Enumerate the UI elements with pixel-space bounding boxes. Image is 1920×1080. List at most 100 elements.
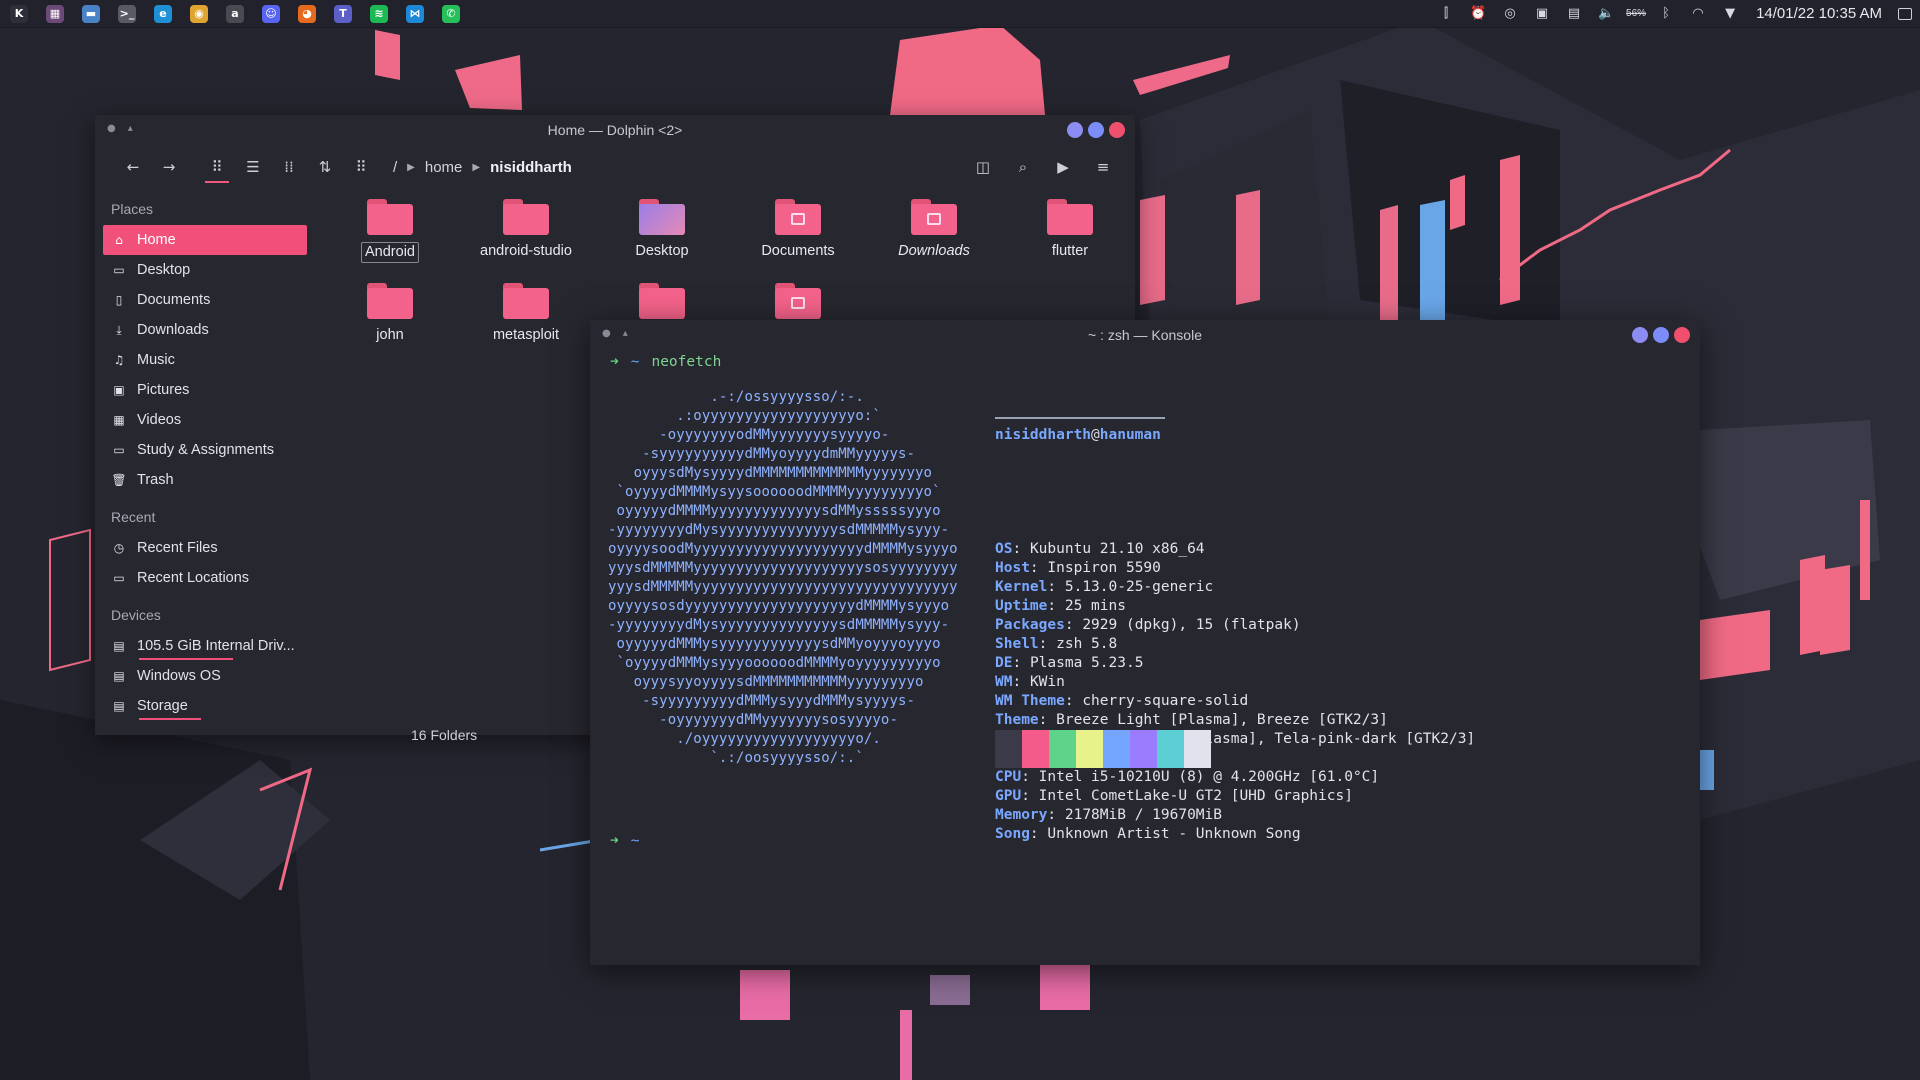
folder-item[interactable]: metasploit <box>461 283 591 345</box>
sidebar-item-home[interactable]: ⌂ Home <box>103 225 307 255</box>
sidebar-item-music[interactable]: ♫ Music <box>103 345 307 375</box>
file-manager-icon[interactable]: ▬ <box>76 2 106 26</box>
whatsapp-icon[interactable]: ✆ <box>436 2 466 26</box>
sidebar-item-videos[interactable]: ▦ Videos <box>103 405 307 435</box>
split-view-icon[interactable]: ◫ <box>965 151 1001 183</box>
sidebar-item-downloads[interactable]: ⤓ Downloads <box>103 315 307 345</box>
terminal-output[interactable]: ➜ ~ neofetch .-:/ossyyyysso/:-. .:oyyyyy… <box>600 350 1700 965</box>
sidebar-item-label: Documents <box>137 292 211 308</box>
clock[interactable]: 14/01/22 10:35 AM <box>1750 5 1888 22</box>
maximize-button[interactable] <box>1088 122 1104 138</box>
vscode-icon-glyph: ⋈ <box>406 4 424 23</box>
steam-icon[interactable]: ◎ <box>1500 4 1520 24</box>
volume-icon[interactable]: 🔈 <box>1596 4 1616 24</box>
spotify-icon[interactable]: ≋ <box>364 2 394 26</box>
hamburger-menu-icon[interactable]: ≡ <box>1085 151 1121 183</box>
window-menu-icon[interactable]: ● <box>602 328 611 339</box>
sidebar-item-desktop[interactable]: ▭ Desktop <box>103 255 307 285</box>
info-colon: : <box>1012 674 1030 690</box>
folder-item[interactable]: john <box>325 283 455 345</box>
info-key: GPU <box>995 788 1022 804</box>
battery-level[interactable]: 56% <box>1626 8 1646 19</box>
minimize-button[interactable] <box>1632 327 1648 343</box>
crumb-home[interactable]: home <box>425 159 463 176</box>
sidebar-item-storage[interactable]: ▤ Storage <box>103 691 307 721</box>
folder-item[interactable]: flutter <box>1005 199 1135 261</box>
discord-icon[interactable]: ☺ <box>256 2 286 26</box>
palette-swatch <box>1130 730 1157 768</box>
palette-swatch <box>1184 730 1211 768</box>
keep-above-icon[interactable]: ▴ <box>128 123 133 134</box>
whatsapp-icon-glyph: ✆ <box>442 4 460 23</box>
cpu-monitor-icon[interactable]: ⫿ <box>1436 4 1456 24</box>
sidebar-item-pictures[interactable]: ▣ Pictures <box>103 375 307 405</box>
desktop-flag-icon[interactable]: ▦ <box>40 2 70 26</box>
terminal-panel-icon[interactable]: ▶ <box>1045 151 1081 183</box>
vscode-icon[interactable]: ⋈ <box>400 2 430 26</box>
status-folder-count: 16 Folders <box>411 727 478 743</box>
folder-icon <box>367 283 413 319</box>
keep-above-icon[interactable]: ▴ <box>623 328 628 339</box>
edge-browser-icon[interactable]: e <box>148 2 178 26</box>
window-menu-icon[interactable]: ● <box>107 123 116 134</box>
chrome-browser-icon[interactable]: ◉ <box>184 2 214 26</box>
home-icon: ⌂ <box>115 233 123 247</box>
sidebar-item-recent-locations[interactable]: ▭ Recent Locations <box>103 563 307 593</box>
search-icon[interactable]: ⌕ <box>1005 151 1041 183</box>
folder-item[interactable]: android-studio <box>461 199 591 261</box>
details-view-icon[interactable]: ☰ <box>235 151 271 183</box>
teams-icon[interactable]: T <box>328 2 358 26</box>
forward-icon[interactable]: → <box>151 151 187 183</box>
edge-browser-icon-glyph: e <box>154 4 172 23</box>
crumb-root[interactable]: / <box>393 159 397 176</box>
info-colon: : <box>1029 560 1048 576</box>
folder-item[interactable]: Downloads <box>869 199 999 261</box>
bluetooth-icon[interactable]: ᛒ <box>1656 4 1676 24</box>
icons-view-icon[interactable]: ⠿ <box>199 151 235 183</box>
alarm-icon[interactable]: ⏰ <box>1468 4 1488 24</box>
folder-icon <box>1047 199 1093 235</box>
sort-icon[interactable]: ⇅ <box>307 151 343 183</box>
sidebar-item-label: Videos <box>137 412 182 428</box>
kde-menu-icon[interactable]: K <box>4 2 34 26</box>
sidebar-item-documents[interactable]: ▯ Documents <box>103 285 307 315</box>
folder-item[interactable]: Desktop <box>597 199 727 261</box>
terminal-icon[interactable]: >_ <box>112 2 142 26</box>
close-button[interactable] <box>1109 122 1125 138</box>
vpn-icon[interactable]: ▣ <box>1532 4 1552 24</box>
wifi-icon[interactable]: ◠ <box>1688 4 1708 24</box>
dolphin-titlebar[interactable]: ● ▴ Home — Dolphin <2> <box>95 115 1135 145</box>
sidebar-item-windows-os[interactable]: ▤ Windows OS <box>103 661 307 691</box>
compact-view-icon[interactable]: ⁞⁞ <box>271 151 307 183</box>
sidebar-item-trash[interactable]: 🗑 Trash <box>103 465 307 495</box>
maximize-button[interactable] <box>1653 327 1669 343</box>
info-value: Inspiron 5590 <box>1047 560 1161 576</box>
folder-icon <box>367 199 413 235</box>
sidebar-item-internal-drive[interactable]: ▤ 105.5 GiB Internal Driv... <box>103 631 307 661</box>
info-value: 5.13.0-25-generic <box>1064 579 1214 595</box>
palette-swatch <box>1103 730 1130 768</box>
close-button[interactable] <box>1674 327 1690 343</box>
folder-item[interactable]: Android <box>325 199 455 263</box>
crumb-current[interactable]: nisiddharth <box>490 159 572 176</box>
folder-label: android-studio <box>480 243 572 259</box>
clipboard-icon[interactable]: ▤ <box>1564 4 1584 24</box>
minimize-button[interactable] <box>1067 122 1083 138</box>
system-tray: ⫿ ⏰ ◎ ▣ ▤ 🔈 56% ᛒ ◠ ▼ 14/01/22 10:35 AM <box>1436 0 1920 28</box>
firefox-icon[interactable]: ◕ <box>292 2 322 26</box>
app-a-icon[interactable]: a <box>220 2 250 26</box>
info-line: WM: KWin <box>995 673 1475 692</box>
konsole-titlebar[interactable]: ● ▴ ~ : zsh — Konsole <box>590 320 1700 350</box>
show-desktop-icon[interactable] <box>1898 7 1912 20</box>
sidebar-item-label: Study & Assignments <box>137 442 275 458</box>
info-colon: : <box>1012 655 1030 671</box>
grid-icon[interactable]: ⠿ <box>343 151 379 183</box>
tray-expand-icon[interactable]: ▼ <box>1720 4 1740 24</box>
breadcrumb: / ▶ home ▶ nisiddharth <box>393 159 572 176</box>
info-key: OS <box>995 541 1013 557</box>
sidebar-item-study-assignments[interactable]: ▭ Study & Assignments <box>103 435 307 465</box>
sidebar-item-recent-files[interactable]: ◷ Recent Files <box>103 533 307 563</box>
dolphin-toolbar: ← → ⠿ ☰ ⁞⁞ ⇅ ⠿ / ▶ home ▶ nisiddharth ◫ … <box>95 145 1135 189</box>
folder-item[interactable]: Documents <box>733 199 863 261</box>
back-icon[interactable]: ← <box>115 151 151 183</box>
